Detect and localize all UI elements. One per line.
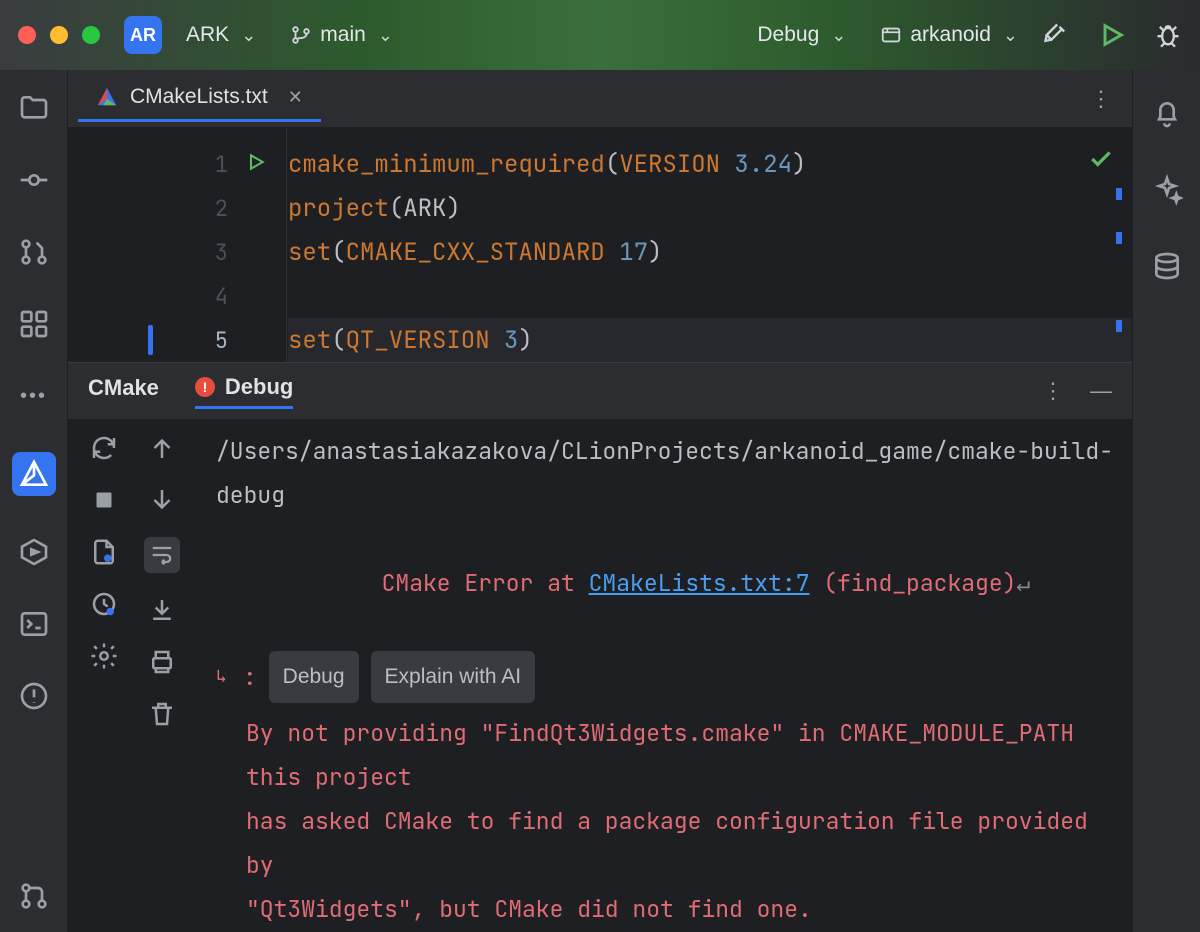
editor-tab-bar: CMakeLists.txt ✕ ⋮ (68, 70, 1132, 128)
panel-minimize-icon[interactable]: — (1090, 378, 1112, 404)
cmake-tool-icon[interactable] (12, 452, 56, 496)
close-tab-icon[interactable]: ✕ (288, 87, 303, 108)
minimap-marker (1116, 188, 1122, 200)
minimap-marker (1116, 232, 1122, 244)
current-line-marker (148, 325, 153, 355)
code-line[interactable]: set(CMAKE_CXX_STANDARD 17) (288, 230, 1132, 274)
database-tool-icon[interactable] (1151, 250, 1183, 282)
gutter-line[interactable]: 4 (68, 274, 288, 318)
output-path: /Users/anastasiakazakova/CLionProjects/a… (216, 429, 1114, 517)
target-selector[interactable]: arkanoid (870, 17, 1028, 53)
project-selector[interactable]: ARK (176, 17, 266, 53)
configuration-label: Debug (757, 23, 819, 47)
more-tools-icon[interactable]: ••• (18, 380, 50, 412)
minimize-window-icon[interactable] (50, 26, 68, 44)
panel-menu-icon[interactable]: ⋮ (1042, 378, 1064, 404)
stop-icon[interactable] (89, 485, 119, 515)
editor-code-area[interactable]: cmake_minimum_required(VERSION 3.24)proj… (288, 128, 1132, 362)
terminal-tool-icon[interactable] (18, 608, 50, 640)
print-icon[interactable] (147, 647, 177, 677)
target-label: arkanoid (910, 23, 991, 47)
minimap-marker (1116, 320, 1122, 332)
project-badge[interactable]: AR (124, 16, 162, 54)
output-error-body-line: By not providing "FindQt3Widgets.cmake" … (216, 711, 1114, 799)
panel-tab-bar: CMake ! Debug ⋮ — (68, 363, 1132, 419)
output-error-body-line: has asked CMake to find a package config… (216, 799, 1114, 887)
window-controls (18, 26, 100, 44)
branch-selector[interactable]: main (280, 17, 403, 53)
soft-wrap-icon[interactable] (144, 537, 180, 573)
notifications-tool-icon[interactable] (1151, 98, 1183, 130)
ai-actions-row: ↳: Debug Explain with AI (216, 651, 1114, 703)
file-tab-label: CMakeLists.txt (130, 85, 268, 109)
project-tool-icon[interactable] (18, 92, 50, 124)
code-line[interactable]: project(ARK) (288, 186, 1132, 230)
gutter-line[interactable]: 5 (68, 318, 288, 362)
continuation-arrow-icon: ↳ (216, 655, 227, 699)
application-icon (880, 24, 902, 46)
error-location-link[interactable]: CMakeLists.txt:7 (589, 568, 810, 598)
file-tab-cmakelists[interactable]: CMakeLists.txt ✕ (78, 75, 321, 122)
debug-pill[interactable]: Debug (269, 651, 359, 703)
structure-tool-icon[interactable] (18, 308, 50, 340)
scroll-to-end-icon[interactable] (147, 595, 177, 625)
error-prefix: CMake Error at (382, 568, 589, 598)
inspection-ok-icon[interactable] (1088, 146, 1114, 180)
close-window-icon[interactable] (18, 26, 36, 44)
code-line[interactable]: cmake_minimum_required(VERSION 3.24) (288, 142, 1132, 186)
panel-tab-debug[interactable]: ! Debug (195, 374, 293, 409)
output-error-line: CMake Error at CMakeLists.txt:7 (find_pa… (216, 517, 1114, 649)
gutter-line[interactable]: 2 (68, 186, 288, 230)
tab-menu-icon[interactable]: ⋮ (1090, 86, 1122, 112)
problems-tool-icon[interactable] (18, 680, 50, 712)
pull-requests-tool-icon[interactable] (18, 236, 50, 268)
panel-toolbar (68, 419, 198, 932)
debug-icon[interactable] (1154, 21, 1182, 49)
gutter-line[interactable]: 3 (68, 230, 288, 274)
error-indicator-icon: ! (195, 377, 215, 397)
services-tool-icon[interactable] (18, 536, 50, 568)
code-line[interactable] (288, 274, 1132, 318)
open-cmake-log-icon[interactable] (89, 589, 119, 619)
branch-name-label: main (320, 23, 366, 47)
build-icon[interactable] (1042, 21, 1070, 49)
right-tool-rail (1132, 70, 1200, 932)
cmake-output[interactable]: /Users/anastasiakazakova/CLionProjects/a… (198, 419, 1132, 932)
panel-tab-debug-label: Debug (225, 374, 293, 400)
cmake-settings-icon[interactable] (89, 641, 119, 671)
clear-icon[interactable] (147, 699, 177, 729)
editor-gutter: 12345 (68, 128, 288, 362)
explain-with-ai-pill[interactable]: Explain with AI (371, 651, 536, 703)
bottom-panel: CMake ! Debug ⋮ — (68, 362, 1132, 932)
configuration-selector[interactable]: Debug (747, 17, 856, 53)
run-gutter-icon[interactable] (246, 150, 266, 179)
cmake-file-icon (96, 86, 118, 108)
run-icon[interactable] (1098, 21, 1126, 49)
commit-tool-icon[interactable] (18, 164, 50, 196)
error-suffix: (find_package) (809, 568, 1016, 598)
reload-cmake-icon[interactable] (89, 433, 119, 463)
maximize-window-icon[interactable] (82, 26, 100, 44)
title-bar: AR ARK main Debug arkanoid (0, 0, 1200, 70)
ai-assistant-tool-icon[interactable] (1151, 174, 1183, 206)
gutter-line[interactable]: 1 (68, 142, 288, 186)
scroll-up-icon[interactable] (147, 433, 177, 463)
scroll-down-icon[interactable] (147, 485, 177, 515)
branch-icon (290, 24, 312, 46)
panel-tab-cmake[interactable]: CMake (88, 375, 159, 407)
open-cmake-cache-icon[interactable] (89, 537, 119, 567)
project-name-label: ARK (186, 23, 229, 47)
code-line[interactable]: set(QT_VERSION 3) (288, 318, 1132, 362)
output-error-body-line: "Qt3Widgets", but CMake did not find one… (216, 887, 1114, 931)
code-editor[interactable]: 12345 cmake_minimum_required(VERSION 3.2… (68, 128, 1132, 362)
vcs-tool-icon[interactable] (18, 880, 50, 912)
left-tool-rail: ••• (0, 70, 68, 932)
